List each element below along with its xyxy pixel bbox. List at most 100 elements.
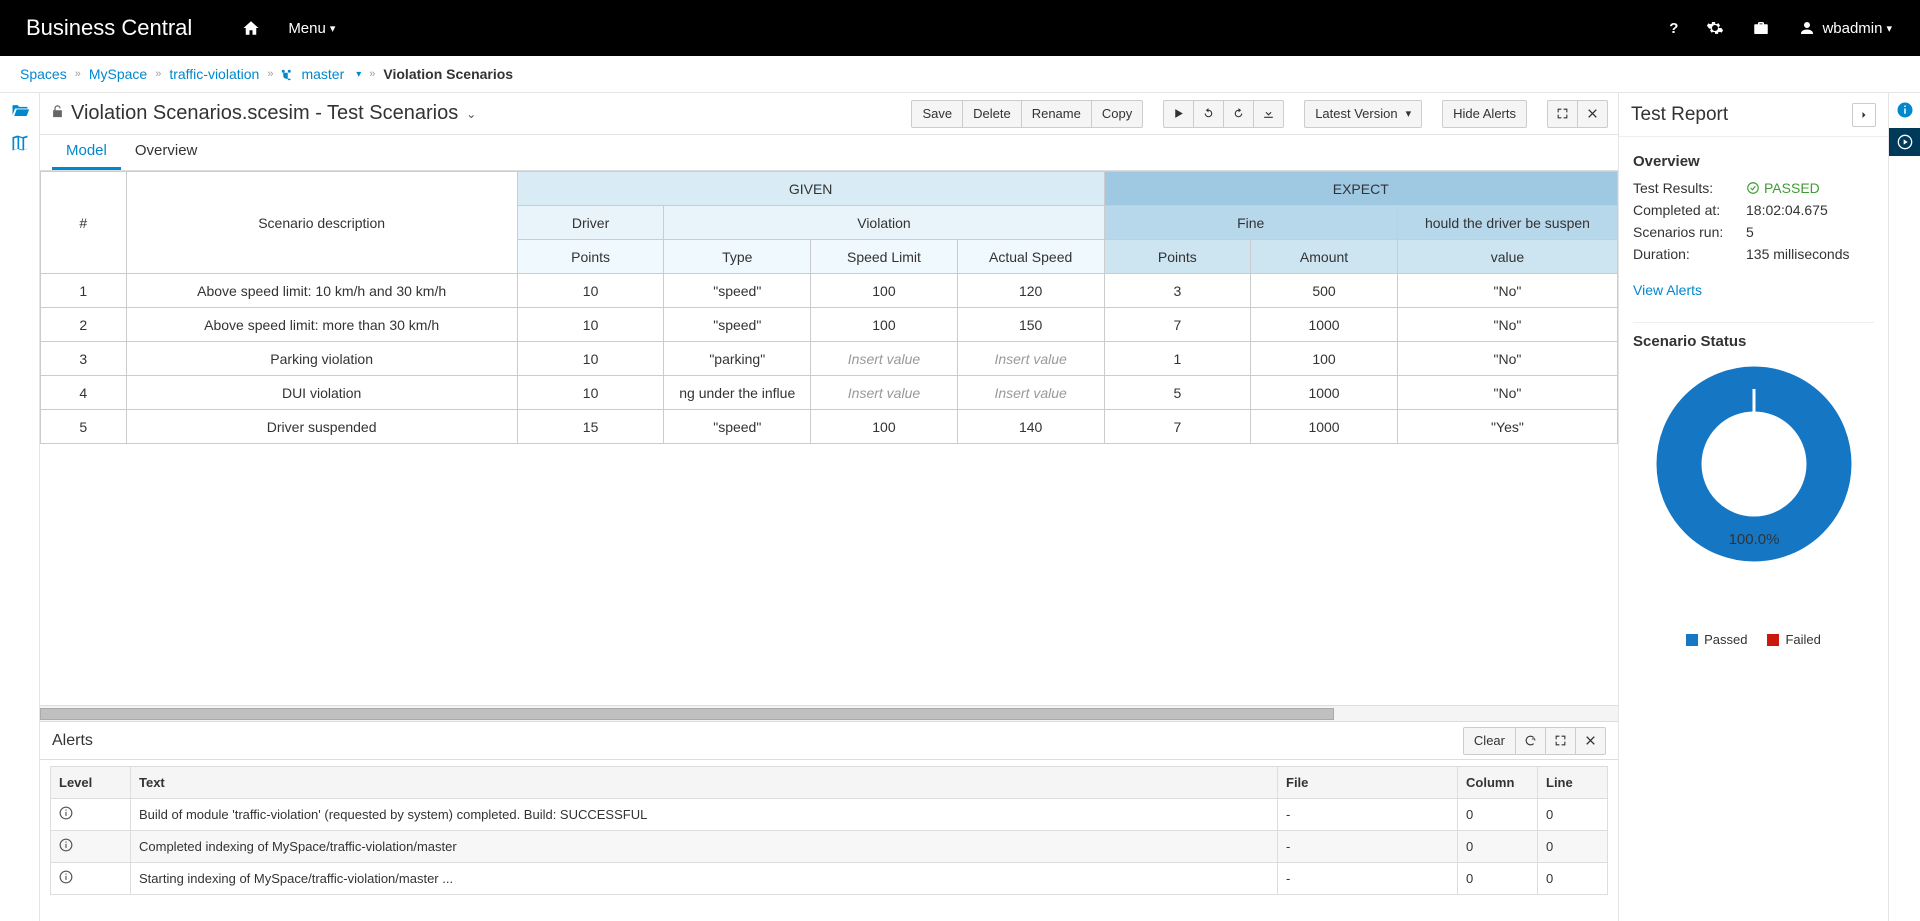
hide-alerts-button[interactable]: Hide Alerts xyxy=(1442,100,1527,128)
col-desc[interactable]: Scenario description xyxy=(126,172,517,274)
alerts-col-line[interactable]: Line xyxy=(1538,767,1608,799)
table-cell[interactable]: 100 xyxy=(811,308,958,342)
alerts-col-text[interactable]: Text xyxy=(131,767,1278,799)
group-given[interactable]: GIVEN xyxy=(517,172,1104,206)
home-button[interactable] xyxy=(228,0,274,56)
sub-suspend[interactable]: hould the driver be suspen xyxy=(1397,206,1617,240)
sub-driver[interactable]: Driver xyxy=(517,206,664,240)
alert-row[interactable]: Starting indexing of MySpace/traffic-vio… xyxy=(51,863,1608,895)
table-cell[interactable]: 1000 xyxy=(1251,410,1398,444)
table-cell[interactable]: Insert value xyxy=(811,342,958,376)
table-cell[interactable]: 1000 xyxy=(1251,308,1398,342)
close-alerts-button[interactable] xyxy=(1576,727,1606,755)
table-cell[interactable]: 3 xyxy=(41,342,127,376)
menu-dropdown[interactable]: Menu▾ xyxy=(274,0,349,56)
copy-button[interactable]: Copy xyxy=(1092,100,1143,128)
undo-button[interactable] xyxy=(1194,100,1224,128)
table-cell[interactable]: 120 xyxy=(957,274,1104,308)
table-cell[interactable]: 10 xyxy=(517,342,664,376)
breadcrumb-space[interactable]: MySpace xyxy=(89,66,147,82)
collapse-report-button[interactable] xyxy=(1852,103,1876,127)
table-cell[interactable]: "parking" xyxy=(664,342,811,376)
breadcrumb-branch[interactable]: master xyxy=(301,66,344,82)
table-cell[interactable]: ng under the influe xyxy=(664,376,811,410)
table-cell[interactable]: 5 xyxy=(41,410,127,444)
table-cell[interactable]: Insert value xyxy=(957,342,1104,376)
table-cell[interactable]: 1 xyxy=(1104,342,1251,376)
table-cell[interactable]: Above speed limit: 10 km/h and 30 km/h xyxy=(126,274,517,308)
settings-button[interactable] xyxy=(1692,0,1738,56)
leaf-speed-limit[interactable]: Speed Limit xyxy=(811,240,958,274)
refresh-alerts-button[interactable] xyxy=(1516,727,1546,755)
download-button[interactable] xyxy=(1254,100,1284,128)
leaf-amount[interactable]: Amount xyxy=(1251,240,1398,274)
save-button[interactable]: Save xyxy=(911,100,963,128)
table-cell[interactable]: "Yes" xyxy=(1397,410,1617,444)
caret-down-icon[interactable]: ⌄ xyxy=(466,107,476,121)
alerts-col-column[interactable]: Column xyxy=(1458,767,1538,799)
table-cell[interactable]: 1 xyxy=(41,274,127,308)
table-cell[interactable]: Above speed limit: more than 30 km/h xyxy=(126,308,517,342)
table-cell[interactable]: "No" xyxy=(1397,342,1617,376)
table-row[interactable]: 1Above speed limit: 10 km/h and 30 km/h1… xyxy=(41,274,1618,308)
table-cell[interactable]: 15 xyxy=(517,410,664,444)
table-cell[interactable]: 500 xyxy=(1251,274,1398,308)
table-cell[interactable]: "speed" xyxy=(664,274,811,308)
tab-model[interactable]: Model xyxy=(52,134,121,170)
table-cell[interactable]: 1000 xyxy=(1251,376,1398,410)
delete-button[interactable]: Delete xyxy=(963,100,1022,128)
leaf-type[interactable]: Type xyxy=(664,240,811,274)
leaf-driver-points[interactable]: Points xyxy=(517,240,664,274)
table-cell[interactable]: 100 xyxy=(811,274,958,308)
run-button[interactable] xyxy=(1163,100,1194,128)
clear-alerts-button[interactable]: Clear xyxy=(1463,727,1516,755)
table-row[interactable]: 5Driver suspended15"speed"10014071000"Ye… xyxy=(41,410,1618,444)
breadcrumb-spaces[interactable]: Spaces xyxy=(20,66,67,82)
latest-version-button[interactable]: Latest Version▾ xyxy=(1304,100,1422,128)
apps-button[interactable] xyxy=(1738,0,1784,56)
table-cell[interactable]: 140 xyxy=(957,410,1104,444)
table-cell[interactable]: 4 xyxy=(41,376,127,410)
test-run-tab[interactable] xyxy=(1889,128,1920,156)
help-button[interactable]: ? xyxy=(1655,0,1692,56)
table-cell[interactable]: "No" xyxy=(1397,308,1617,342)
table-cell[interactable]: Driver suspended xyxy=(126,410,517,444)
alerts-col-file[interactable]: File xyxy=(1278,767,1458,799)
leaf-fine-points[interactable]: Points xyxy=(1104,240,1251,274)
table-row[interactable]: 2Above speed limit: more than 30 km/h10"… xyxy=(41,308,1618,342)
alerts-col-level[interactable]: Level xyxy=(51,767,131,799)
user-menu[interactable]: wbadmin ▾ xyxy=(1784,0,1906,56)
table-cell[interactable]: 2 xyxy=(41,308,127,342)
tab-overview[interactable]: Overview xyxy=(121,134,212,170)
folder-open-icon[interactable] xyxy=(10,101,30,121)
group-expect[interactable]: EXPECT xyxy=(1104,172,1618,206)
horizontal-scrollbar[interactable] xyxy=(40,705,1618,721)
table-row[interactable]: 3Parking violation10"parking"Insert valu… xyxy=(41,342,1618,376)
table-cell[interactable]: "No" xyxy=(1397,376,1617,410)
alert-row[interactable]: Build of module 'traffic-violation' (req… xyxy=(51,799,1608,831)
table-cell[interactable]: Parking violation xyxy=(126,342,517,376)
alert-row[interactable]: Completed indexing of MySpace/traffic-vi… xyxy=(51,831,1608,863)
expand-button[interactable] xyxy=(1547,100,1578,128)
expand-alerts-button[interactable] xyxy=(1546,727,1576,755)
table-cell[interactable]: DUI violation xyxy=(126,376,517,410)
table-cell[interactable]: 10 xyxy=(517,308,664,342)
table-cell[interactable]: 7 xyxy=(1104,410,1251,444)
table-cell[interactable]: 3 xyxy=(1104,274,1251,308)
table-cell[interactable]: 5 xyxy=(1104,376,1251,410)
leaf-actual-speed[interactable]: Actual Speed xyxy=(957,240,1104,274)
map-icon[interactable] xyxy=(10,133,30,153)
col-index[interactable]: # xyxy=(41,172,127,274)
table-cell[interactable]: 150 xyxy=(957,308,1104,342)
sub-violation[interactable]: Violation xyxy=(664,206,1104,240)
table-cell[interactable]: "speed" xyxy=(664,308,811,342)
scrollbar-thumb[interactable] xyxy=(40,708,1334,720)
view-alerts-link[interactable]: View Alerts xyxy=(1633,282,1702,298)
table-cell[interactable]: Insert value xyxy=(811,376,958,410)
caret-down-icon[interactable]: ▾ xyxy=(356,69,361,80)
scenario-table[interactable]: # Scenario description GIVEN EXPECT Driv… xyxy=(40,171,1618,444)
table-cell[interactable]: 10 xyxy=(517,274,664,308)
table-row[interactable]: 4DUI violation10ng under the influeInser… xyxy=(41,376,1618,410)
table-cell[interactable]: "speed" xyxy=(664,410,811,444)
table-cell[interactable]: 7 xyxy=(1104,308,1251,342)
